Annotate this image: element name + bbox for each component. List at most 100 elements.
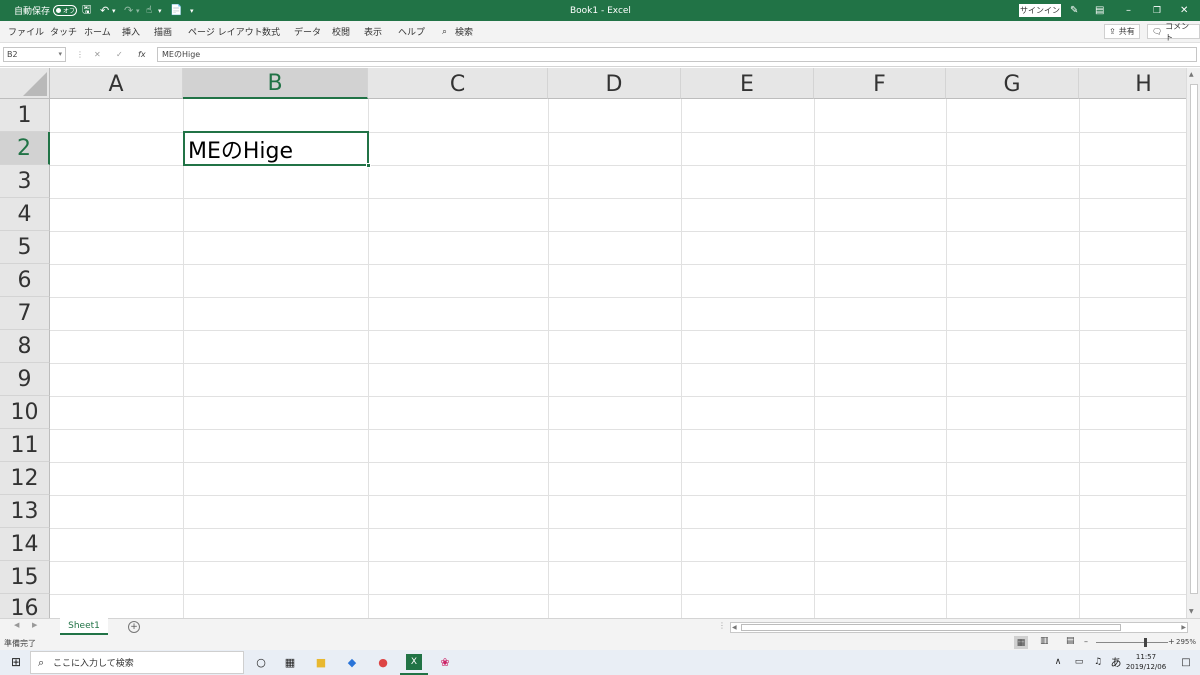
new-file-icon[interactable]: 📄 — [170, 0, 182, 21]
tab-data[interactable]: データ — [294, 21, 321, 42]
row-header-6[interactable]: 6 — [0, 264, 50, 297]
share-button[interactable]: ⇪ 共有 — [1104, 24, 1140, 39]
dropbox-icon[interactable]: ◆ — [344, 654, 360, 670]
row-header-14[interactable]: 14 — [0, 528, 50, 561]
tab-page-layout[interactable]: ページ レイアウト — [188, 21, 263, 42]
redo-icon[interactable]: ↷ — [124, 0, 133, 21]
notifications-icon[interactable]: □ — [1178, 654, 1194, 670]
ribbon-display-icon[interactable]: ▤ — [1095, 0, 1104, 21]
row-header-8[interactable]: 8 — [0, 330, 50, 363]
tab-help[interactable]: ヘルプ — [398, 21, 425, 42]
close-icon[interactable]: ✕ — [1180, 0, 1188, 21]
undo-icon[interactable]: ↶ — [100, 0, 109, 21]
app-taskbar-icon[interactable]: ❀ — [437, 654, 453, 670]
sheet-prev-icon[interactable]: ◀ — [14, 621, 19, 629]
row-header-11[interactable]: 11 — [0, 429, 50, 462]
fill-handle[interactable] — [366, 163, 371, 168]
autosave-toggle[interactable]: オフ — [53, 5, 78, 16]
customize-qat-icon[interactable]: ▾ — [190, 0, 194, 21]
touch-dropdown-icon[interactable]: ▾ — [158, 0, 162, 21]
cortana-icon[interactable]: ○ — [253, 654, 269, 670]
page-break-view-icon[interactable]: ▤ — [1066, 636, 1075, 646]
name-box[interactable]: B2 ▾ — [3, 47, 66, 62]
row-header-9[interactable]: 9 — [0, 363, 50, 396]
tab-review[interactable]: 校閲 — [332, 21, 350, 42]
tab-draw[interactable]: 描画 — [154, 21, 172, 42]
active-cell-b2[interactable]: MEのHige — [183, 131, 371, 168]
select-all-button[interactable] — [0, 68, 50, 99]
zoom-in-icon[interactable]: + — [1168, 637, 1175, 646]
row-header-4[interactable]: 4 — [0, 198, 50, 231]
redo-dropdown-icon[interactable]: ▾ — [136, 0, 140, 21]
vertical-scrollbar[interactable]: ▲ ▼ — [1186, 68, 1200, 618]
row-header-13[interactable]: 13 — [0, 495, 50, 528]
add-sheet-button[interactable]: + — [128, 621, 140, 633]
scroll-right-icon[interactable]: ▶ — [1181, 624, 1186, 631]
ribbon-search[interactable]: ⌕ 検索 — [442, 21, 473, 42]
pen-icon[interactable]: ✎ — [1070, 0, 1078, 21]
column-header-a[interactable]: A — [50, 68, 183, 99]
enter-icon[interactable]: ✓ — [116, 47, 123, 62]
row-header-5[interactable]: 5 — [0, 231, 50, 264]
horizontal-scroll-thumb[interactable] — [741, 624, 1121, 631]
task-view-icon[interactable]: ▦ — [282, 654, 298, 670]
column-header-g[interactable]: G — [946, 68, 1079, 99]
formula-input[interactable]: MEのHige — [157, 47, 1197, 62]
row-header-12[interactable]: 12 — [0, 462, 50, 495]
excel-taskbar-icon[interactable]: X — [406, 654, 422, 670]
zoom-out-icon[interactable]: – — [1084, 637, 1088, 646]
horizontal-scrollbar[interactable]: ◀ ▶ — [730, 622, 1188, 633]
zoom-level[interactable]: 295% — [1176, 638, 1196, 646]
taskbar-clock[interactable]: 11:57 2019/12/06 — [1124, 652, 1168, 672]
zoom-slider[interactable] — [1096, 638, 1168, 647]
vertical-scroll-thumb[interactable] — [1190, 84, 1198, 594]
row-header-10[interactable]: 10 — [0, 396, 50, 429]
row-header-2[interactable]: 2 — [0, 132, 50, 165]
column-header-h[interactable]: H — [1079, 68, 1186, 99]
tab-insert[interactable]: 挿入 — [122, 21, 140, 42]
name-box-dropdown-icon[interactable]: ▾ — [58, 50, 62, 58]
row-header-3[interactable]: 3 — [0, 165, 50, 198]
sheet-next-icon[interactable]: ▶ — [32, 621, 37, 629]
spreadsheet-grid[interactable]: A B C D E F G H 1 2 3 4 5 6 7 8 9 10 11 … — [0, 68, 1186, 618]
column-header-f[interactable]: F — [814, 68, 946, 99]
normal-view-icon[interactable]: ▦ — [1014, 636, 1028, 649]
signin-button[interactable]: サインイン — [1019, 4, 1061, 17]
page-layout-view-icon[interactable]: ▥ — [1040, 636, 1049, 646]
save-icon[interactable]: 🖫 — [82, 0, 91, 21]
column-header-c[interactable]: C — [368, 68, 548, 99]
split-handle-icon[interactable]: ⋮ — [718, 621, 726, 630]
cancel-icon[interactable]: ✕ — [94, 47, 101, 62]
windows-start-icon[interactable]: ⊞ — [8, 654, 24, 670]
chrome-icon[interactable]: ● — [375, 654, 391, 670]
taskbar-search-box[interactable]: ⌕ ここに入力して検索 — [30, 651, 244, 674]
comment-button[interactable]: 🗨 コメント — [1147, 22, 1200, 42]
row-header-7[interactable]: 7 — [0, 297, 50, 330]
column-header-b[interactable]: B — [183, 68, 368, 99]
undo-dropdown-icon[interactable]: ▾ — [112, 0, 116, 21]
network-icon[interactable]: ▭ — [1071, 654, 1087, 670]
minimize-icon[interactable]: – — [1126, 0, 1131, 21]
row-header-15[interactable]: 15 — [0, 561, 50, 594]
scroll-down-icon[interactable]: ▼ — [1189, 608, 1194, 615]
tab-view[interactable]: 表示 — [364, 21, 382, 42]
file-explorer-icon[interactable]: ■ — [313, 654, 329, 670]
column-header-d[interactable]: D — [548, 68, 681, 99]
insert-function-button[interactable]: fx — [138, 47, 146, 62]
tab-formulas[interactable]: 数式 — [262, 21, 280, 42]
autosave-control[interactable]: 自動保存 オフ — [14, 0, 78, 21]
tab-touch[interactable]: タッチ — [50, 21, 77, 42]
tab-home[interactable]: ホーム — [84, 21, 111, 42]
column-header-e[interactable]: E — [681, 68, 814, 99]
zoom-slider-thumb[interactable] — [1144, 638, 1147, 647]
tab-file[interactable]: ファイル — [8, 21, 44, 42]
tray-overflow-icon[interactable]: ∧ — [1050, 654, 1066, 670]
volume-icon[interactable]: ♫ — [1090, 654, 1106, 670]
ime-indicator[interactable]: あ — [1108, 654, 1124, 670]
row-header-16[interactable]: 16 — [0, 594, 50, 618]
touch-mode-icon[interactable]: ☝ — [146, 0, 152, 21]
scroll-up-icon[interactable]: ▲ — [1189, 71, 1194, 78]
row-header-1[interactable]: 1 — [0, 99, 50, 132]
sheet-tab-sheet1[interactable]: Sheet1 — [60, 618, 108, 635]
restore-icon[interactable]: ❐ — [1153, 0, 1161, 21]
